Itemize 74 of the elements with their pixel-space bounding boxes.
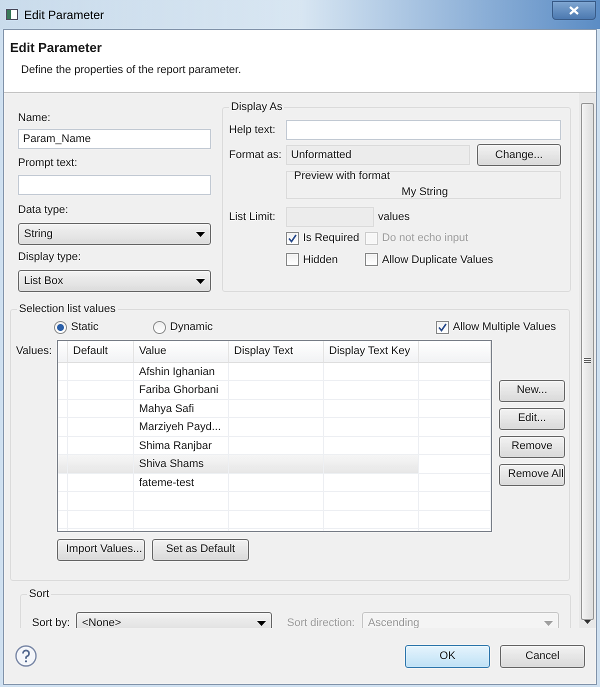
checkbox-label: Do not echo input (382, 231, 468, 246)
field-label: Format as: (229, 148, 283, 163)
display-type-dropdown[interactable]: List Box (18, 270, 211, 292)
format-field: Unformatted (286, 145, 470, 165)
radio-button[interactable] (54, 320, 67, 334)
header-description: Define the properties of the report parameter. (20, 63, 242, 77)
checkbox-label: Hidden (303, 252, 338, 268)
help-text-field[interactable] (286, 120, 561, 140)
field-label: Help text: (229, 122, 276, 138)
close-icon (569, 6, 579, 15)
field-label: Data type: (18, 203, 70, 217)
data-type-dropdown[interactable]: String (18, 223, 211, 245)
table-cell: Fariba Ghorbani (139, 384, 218, 396)
caret-icon (544, 620, 553, 626)
table-cell: Shiva Shams (139, 458, 204, 470)
field-label: Name: (18, 111, 52, 125)
checkbox[interactable] (365, 253, 378, 266)
window-icon (6, 9, 18, 20)
field-label: Sort by: (32, 616, 71, 628)
table-cell: Marziyeh Payd... (139, 421, 221, 433)
dialog-button[interactable]: Cancel (500, 644, 585, 668)
table-action-button[interactable]: Edit... (499, 408, 565, 430)
checkbox[interactable] (286, 232, 299, 245)
name-field[interactable]: Param_Name (18, 129, 211, 149)
header-title: Edit Parameter (10, 40, 103, 56)
checkbox[interactable] (286, 253, 299, 266)
field-label: Display type: (18, 250, 82, 264)
field-label: Sort direction: (287, 616, 356, 628)
column-header[interactable]: Display Text (229, 340, 324, 362)
caret-icon (257, 620, 266, 626)
scrollbar[interactable] (579, 93, 596, 628)
grip-icon (584, 358, 591, 364)
table-row[interactable]: Afshin Ighanian (58, 362, 491, 381)
table-cell: fateme-test (139, 476, 194, 488)
checkbox-label: Allow Duplicate Values (382, 252, 494, 268)
table-cell: Afshin Ighanian (139, 366, 215, 378)
table-row[interactable]: Shiva Shams (58, 455, 491, 474)
prompt-text-field[interactable] (18, 175, 211, 195)
checkbox-label: Is Required (303, 231, 360, 246)
sort-by-dropdown[interactable]: <None> (76, 612, 272, 628)
column-header[interactable]: Display Text Key (324, 340, 419, 362)
column-header[interactable]: Default (68, 340, 134, 362)
group-title: Display As (229, 99, 284, 115)
table-row[interactable]: fateme-test (58, 474, 491, 492)
field-label: List Limit: (229, 210, 276, 225)
table-row[interactable]: Marziyeh Payd... (58, 418, 491, 436)
table-cell: Mahya Safi (139, 402, 194, 414)
window-title: Edit Parameter (24, 6, 104, 24)
caret-icon (196, 232, 205, 236)
checkbox[interactable] (436, 320, 449, 334)
change-button[interactable]: Change... (477, 144, 561, 166)
table-cell: Shima Ranjbar (139, 440, 212, 452)
field-suffix: values (378, 210, 410, 225)
radio-label: Dynamic (170, 320, 213, 335)
table-row[interactable]: Fariba Ghorbani (58, 381, 491, 400)
preview-title: Preview with format (294, 169, 390, 183)
radio-label: Static (71, 320, 99, 335)
table-action-button[interactable]: Remove (499, 436, 565, 458)
field-label: Prompt text: (18, 156, 78, 170)
caret-icon (196, 278, 205, 284)
field-label: Values: (16, 344, 53, 358)
radio-button[interactable] (153, 320, 166, 334)
table-action-button[interactable]: Import Values... (57, 538, 145, 560)
checkbox-label: Allow Multiple Values (452, 320, 556, 335)
table-action-button[interactable]: Set as Default (152, 538, 249, 560)
table-row[interactable]: Mahya Safi (58, 400, 491, 418)
close-button[interactable] (552, 1, 596, 20)
preview-value: My String (402, 185, 448, 199)
dialog-button[interactable]: OK (405, 644, 490, 668)
scrollbar-thumb[interactable] (581, 102, 594, 620)
help-icon (15, 645, 37, 667)
column-header[interactable]: Value (134, 340, 229, 362)
table-action-button[interactable]: New... (499, 380, 565, 402)
table-action-button[interactable]: Remove All (499, 464, 565, 486)
